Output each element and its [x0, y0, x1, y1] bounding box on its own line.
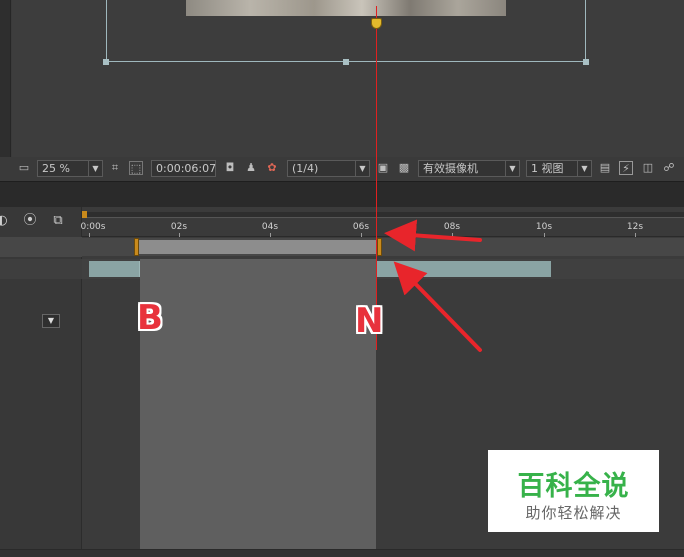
show-snapshot-icon[interactable]: ♟ [244, 161, 258, 175]
tick-label: 0:00s [80, 222, 106, 232]
zoom-select[interactable]: 25 % ▼ [37, 160, 103, 177]
chevron-down-icon: ▼ [88, 161, 102, 176]
annotation-label-b: B [137, 298, 163, 338]
time-ruler[interactable]: 0:00s 02s 04s 06s 08s 10s 12s [80, 219, 684, 237]
tick-label: 12s [626, 222, 644, 232]
ruler-tick [452, 233, 453, 237]
pixel-aspect-icon[interactable]: ▤ [598, 161, 612, 175]
flowchart-icon[interactable]: ☍ [662, 161, 676, 175]
navigator-start-handle[interactable] [82, 211, 87, 218]
viewer-toolbar: ▭ 25 % ▼ ⌗ ⬚ 0:00:06:07 ◘ ♟ ✿ (1/4) ▼ ▣ … [0, 157, 684, 181]
tick-label: 08s [443, 222, 461, 232]
composition-viewer[interactable] [0, 0, 684, 157]
watermark-subtitle: 助你轻松解决 [525, 504, 622, 522]
bounds-handle[interactable] [583, 59, 589, 65]
ruler-tick [179, 233, 180, 237]
time-navigator-bar[interactable] [82, 211, 684, 218]
graph-editor-icon[interactable]: ⦿ [22, 213, 38, 229]
always-preview-icon[interactable]: ▭ [17, 161, 31, 175]
chevron-down-icon: ▼ [505, 161, 519, 176]
tick-label: 04s [261, 222, 279, 232]
bounds-handle[interactable] [103, 59, 109, 65]
current-time-indicator-line[interactable] [376, 6, 377, 350]
watermark-badge: 百科全说 助你轻松解决 [488, 450, 659, 532]
resolution-select[interactable]: (1/4) ▼ [287, 160, 370, 177]
camera-value: 有效摄像机 [423, 162, 478, 175]
layer-row-controls: ▼ [0, 259, 82, 328]
zoom-value: 25 % [42, 162, 70, 175]
ruler-tick [270, 233, 271, 237]
ruler-tick [89, 233, 90, 237]
timeline-bottom-bar [0, 549, 684, 557]
camera-snapshot-icon[interactable]: ◘ [223, 161, 237, 175]
grid-guides-icon[interactable]: ⌗ [108, 161, 122, 175]
watermark-title: 百科全说 [517, 471, 630, 502]
motion-blur-icon[interactable]: ⧉ [50, 213, 66, 229]
timeline-toggle-icon[interactable]: ◫ [641, 161, 655, 175]
tick-label: 02s [170, 222, 188, 232]
timeline-header-controls: ◐ ⦿ ⧉ [0, 207, 82, 235]
work-area-row[interactable] [82, 238, 684, 256]
ruler-tick [361, 233, 362, 237]
work-area-end-handle[interactable] [377, 238, 382, 256]
current-time-indicator-head[interactable] [371, 18, 382, 29]
composition-bounds [106, 0, 586, 62]
chevron-down-icon[interactable]: ▼ [42, 314, 60, 328]
layer-header-row [0, 237, 82, 257]
resolution-value: (1/4) [292, 162, 319, 175]
ruler-tick [544, 233, 545, 237]
chevron-down-icon: ▼ [355, 161, 369, 176]
timecode-value: 0:00:06:07 [156, 162, 217, 175]
region-of-interest-icon[interactable]: ▣ [376, 161, 390, 175]
view-layout-select[interactable]: 1 视图 ▼ [526, 160, 592, 177]
tick-label: 06s [352, 222, 370, 232]
fast-previews-icon[interactable]: ⚡ [619, 161, 633, 175]
annotation-label-n: N [355, 301, 384, 341]
viewer-left-panel [0, 0, 11, 157]
channel-icon[interactable]: ✿ [265, 161, 279, 175]
view-layout-value: 1 视图 [531, 162, 564, 175]
panel-divider [0, 181, 684, 207]
work-area-range[interactable] [136, 240, 380, 254]
ruler-tick [635, 233, 636, 237]
bounds-handle[interactable] [343, 59, 349, 65]
work-area-shade [140, 259, 376, 557]
transparency-grid-icon[interactable]: ▩ [397, 161, 411, 175]
work-area-start-handle[interactable] [134, 238, 139, 256]
tick-label: 10s [535, 222, 553, 232]
camera-select[interactable]: 有效摄像机 ▼ [418, 160, 520, 177]
chevron-down-icon: ▼ [577, 161, 591, 176]
layer-outline-panel: ◐ ⦿ ⧉ ▼ [0, 207, 82, 557]
current-time-display[interactable]: 0:00:06:07 [151, 160, 216, 177]
mask-visibility-icon[interactable]: ⬚ [129, 161, 143, 175]
live-update-icon[interactable]: ◐ [0, 213, 10, 229]
